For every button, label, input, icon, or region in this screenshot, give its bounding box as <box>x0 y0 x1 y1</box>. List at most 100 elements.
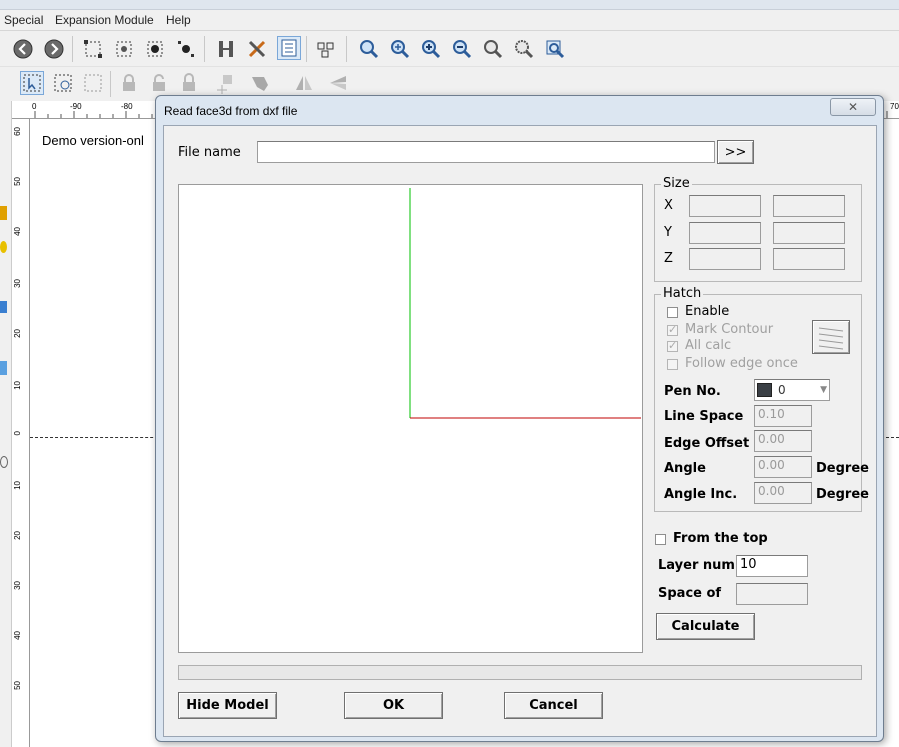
select-icon[interactable] <box>20 71 44 95</box>
menu-expansion-module[interactable]: Expansion Module <box>55 13 154 27</box>
select-move-icon[interactable] <box>51 71 75 95</box>
follow-edge-checkbox[interactable] <box>667 359 678 370</box>
zoom-fit-icon[interactable] <box>481 37 505 61</box>
mirror-horizontal-icon[interactable] <box>292 71 316 95</box>
properties-icon[interactable] <box>277 36 301 60</box>
ruler-label: 20 <box>13 531 22 540</box>
progress-bar <box>178 665 862 680</box>
all-calc-checkbox[interactable] <box>667 339 678 352</box>
node-edit-icon[interactable] <box>112 37 136 61</box>
mirror-shape-icon[interactable] <box>248 71 272 95</box>
pen-no-value: 0 <box>778 383 786 397</box>
hatch-pattern-button[interactable] <box>812 320 850 354</box>
size-x-min <box>689 195 761 217</box>
preview-axes <box>409 188 641 419</box>
size-z-label: Z <box>664 251 673 266</box>
hatch-group-title: Hatch <box>661 286 704 301</box>
align-icon[interactable] <box>214 37 238 61</box>
zoom-in-icon[interactable] <box>388 37 412 61</box>
angle-input[interactable]: 0.00 <box>754 456 812 478</box>
lock-all-icon[interactable] <box>177 71 201 95</box>
main-toolbar <box>0 31 899 67</box>
circle-tool-icon[interactable] <box>0 456 8 468</box>
forward-icon[interactable] <box>42 37 66 61</box>
group-icon[interactable] <box>314 37 338 61</box>
close-button[interactable]: ✕ <box>830 98 876 116</box>
angle-inc-unit: Degree <box>816 487 869 502</box>
from-top-checkbox[interactable] <box>655 534 666 545</box>
ruler-label: 50 <box>13 681 22 690</box>
toolbar-separator <box>204 36 205 62</box>
ruler-label: 40 <box>13 227 22 236</box>
pen-color-swatch <box>757 383 772 397</box>
ruler-label: 30 <box>13 581 22 590</box>
zoom-window-icon[interactable] <box>543 37 567 61</box>
back-icon[interactable] <box>11 37 35 61</box>
angle-unit: Degree <box>816 461 869 476</box>
follow-edge-label: Follow edge once <box>685 356 798 371</box>
hatch-pattern-icon <box>818 327 844 350</box>
tools-icon[interactable] <box>245 37 269 61</box>
line-space-input[interactable]: 0.10 <box>754 405 812 427</box>
select-box-icon[interactable] <box>81 71 105 95</box>
cancel-button[interactable]: Cancel <box>504 692 603 719</box>
enable-checkbox[interactable] <box>667 307 678 318</box>
left-tool-strip <box>0 101 12 747</box>
mark-contour-checkbox[interactable] <box>667 323 678 336</box>
select-nodes-icon[interactable] <box>81 37 105 61</box>
ruler-vertical: 60 50 40 30 20 10 0 10 20 30 40 50 <box>12 119 30 747</box>
mirror-vertical-icon[interactable] <box>326 71 350 95</box>
pen-no-label: Pen No. <box>664 384 721 399</box>
tool-icon[interactable] <box>0 206 7 220</box>
edge-offset-input[interactable]: 0.00 <box>754 430 812 452</box>
space-of-input[interactable] <box>736 583 808 605</box>
layer-num-input[interactable]: 10 <box>736 555 808 577</box>
angle-label: Angle <box>664 461 706 476</box>
size-y-max <box>773 222 845 244</box>
ok-button[interactable]: OK <box>344 692 443 719</box>
ellipse-tool-icon[interactable] <box>0 241 7 253</box>
size-x-max <box>773 195 845 217</box>
demo-version-text: Demo version-onl <box>42 133 144 148</box>
model-preview <box>178 184 643 653</box>
from-top-label: From the top <box>673 531 768 546</box>
ruler-label: 10 <box>13 481 22 490</box>
unlock-icon[interactable] <box>147 71 171 95</box>
mark-contour-label: Mark Contour <box>685 322 774 337</box>
file-name-input[interactable] <box>257 141 715 163</box>
angle-inc-input[interactable]: 0.00 <box>754 482 812 504</box>
ruler-label: 0 <box>13 431 22 436</box>
toolbar-separator <box>72 36 73 62</box>
menu-special[interactable]: Special <box>4 13 43 27</box>
dialog-title: Read face3d from dxf file <box>164 104 298 118</box>
line-space-label: Line Space <box>664 409 744 424</box>
window-top-strip <box>0 0 899 10</box>
zoom-out-icon[interactable] <box>450 37 474 61</box>
shape-tool-icon[interactable] <box>0 301 7 313</box>
toolbar-separator <box>346 36 347 62</box>
edge-offset-label: Edge Offset <box>664 436 750 451</box>
ruler-label: 0 <box>32 102 37 111</box>
hide-model-button[interactable]: Hide Model <box>178 692 277 719</box>
node-delete-icon[interactable] <box>174 37 198 61</box>
image-tool-icon[interactable] <box>0 361 7 375</box>
ruler-label: 60 <box>13 127 22 136</box>
enable-label: Enable <box>685 304 730 319</box>
calculate-button[interactable]: Calculate <box>656 613 755 640</box>
arrange-icon[interactable] <box>212 71 236 95</box>
size-group: Size X Y Z <box>654 176 862 282</box>
zoom-plus-icon[interactable] <box>419 37 443 61</box>
size-x-label: X <box>664 198 673 213</box>
toolbar-separator <box>306 36 307 62</box>
pen-no-select[interactable]: 0 ▼ <box>754 379 830 401</box>
zoom-all-icon[interactable] <box>512 37 536 61</box>
ruler-label: 50 <box>13 177 22 186</box>
close-icon: ✕ <box>847 100 859 114</box>
browse-button[interactable]: >> <box>717 140 754 164</box>
ruler-label: 40 <box>13 631 22 640</box>
toolbar-separator <box>110 71 111 97</box>
zoom-icon[interactable] <box>357 37 381 61</box>
node-add-icon[interactable] <box>143 37 167 61</box>
menu-help[interactable]: Help <box>166 13 191 27</box>
lock-icon[interactable] <box>117 71 141 95</box>
